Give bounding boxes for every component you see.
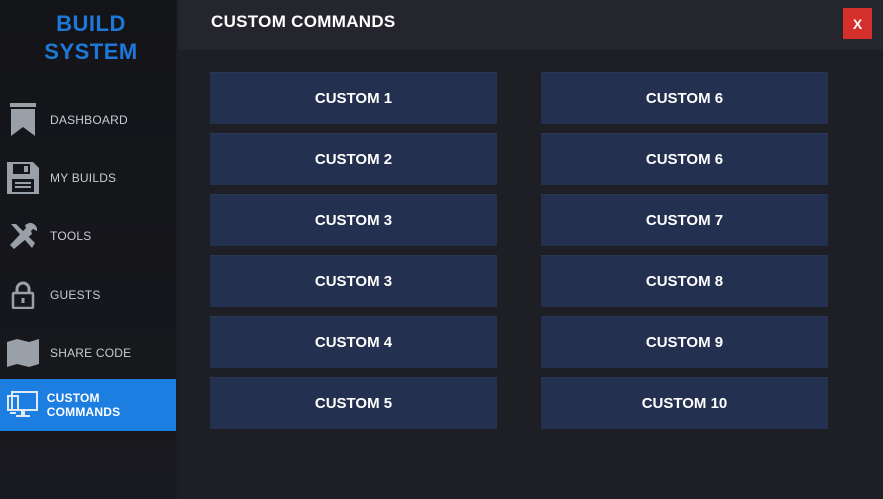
panel-header: CUSTOM COMMANDS X bbox=[178, 0, 883, 50]
sidebar-item-dashboard[interactable]: DASHBOARD bbox=[0, 94, 176, 146]
brand-line-1: BUILD bbox=[56, 11, 126, 36]
brand-logo: BUILD SYSTEM bbox=[0, 10, 182, 66]
custom-command-button[interactable]: CUSTOM 10 bbox=[541, 377, 828, 429]
sidebar-item-label: CUSTOM COMMANDS bbox=[46, 391, 121, 419]
sidebar-item-label: SHARE CODE bbox=[50, 346, 132, 360]
custom-command-button[interactable]: CUSTOM 3 bbox=[210, 194, 497, 246]
sidebar: BUILD SYSTEM DASHBOARD MY BUILDS TOOLS G… bbox=[0, 0, 176, 499]
tools-icon bbox=[6, 219, 40, 253]
custom-command-button[interactable]: CUSTOM 8 bbox=[541, 255, 828, 307]
page-title: CUSTOM COMMANDS bbox=[211, 12, 396, 31]
custom-command-button[interactable]: CUSTOM 2 bbox=[210, 133, 497, 185]
sidebar-item-share-code[interactable]: SHARE CODE bbox=[0, 327, 176, 379]
custom-command-button[interactable]: CUSTOM 1 bbox=[210, 72, 497, 124]
custom-command-button[interactable]: CUSTOM 9 bbox=[541, 316, 828, 368]
lock-icon bbox=[6, 278, 40, 312]
main-panel: CUSTOM COMMANDS X CUSTOM 1 CUSTOM 2 CUST… bbox=[178, 0, 883, 499]
brand-line-2: SYSTEM bbox=[44, 39, 138, 64]
app-window: BUILD SYSTEM DASHBOARD MY BUILDS TOOLS G… bbox=[0, 0, 883, 499]
sidebar-item-label: DASHBOARD bbox=[50, 113, 128, 127]
custom-command-button[interactable]: CUSTOM 5 bbox=[210, 377, 497, 429]
bookmark-icon bbox=[6, 103, 40, 137]
custom-command-button[interactable]: CUSTOM 3 bbox=[210, 255, 497, 307]
sidebar-item-label: TOOLS bbox=[50, 229, 92, 243]
floppy-disk-icon bbox=[6, 161, 40, 195]
sidebar-item-label: MY BUILDS bbox=[50, 171, 117, 185]
custom-command-button[interactable]: CUSTOM 4 bbox=[210, 316, 497, 368]
map-icon bbox=[6, 336, 40, 370]
close-button[interactable]: X bbox=[843, 8, 872, 39]
sidebar-item-custom-commands[interactable]: CUSTOM COMMANDS bbox=[0, 379, 176, 431]
custom-command-button[interactable]: CUSTOM 7 bbox=[541, 194, 828, 246]
custom-command-button[interactable]: CUSTOM 6 bbox=[541, 133, 828, 185]
sidebar-item-guests[interactable]: GUESTS bbox=[0, 269, 176, 321]
monitor-icon bbox=[6, 388, 40, 422]
sidebar-item-my-builds[interactable]: MY BUILDS bbox=[0, 152, 176, 204]
sidebar-item-tools[interactable]: TOOLS bbox=[0, 210, 176, 262]
custom-command-button[interactable]: CUSTOM 6 bbox=[541, 72, 828, 124]
sidebar-item-label: GUESTS bbox=[50, 288, 101, 302]
